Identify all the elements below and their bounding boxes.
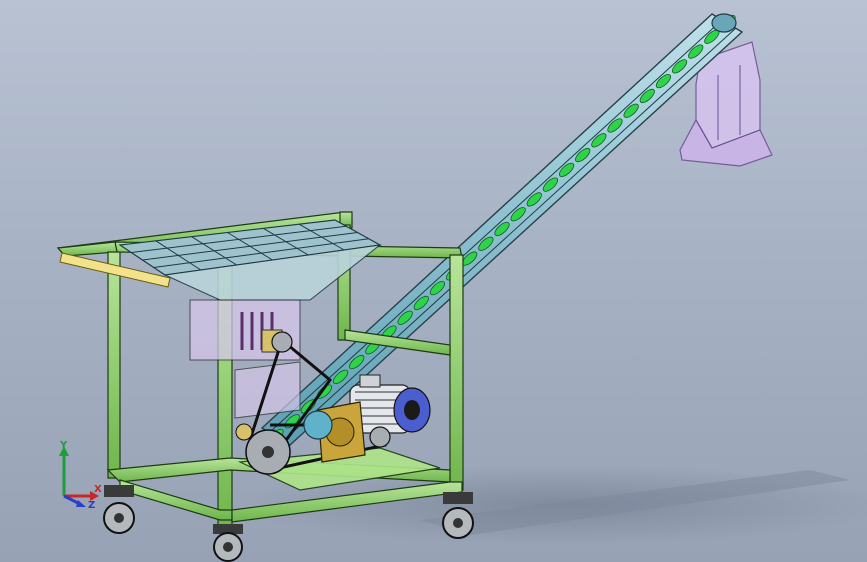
caster-wheel-front-right[interactable] bbox=[213, 524, 243, 562]
z-axis-label: Z bbox=[88, 500, 95, 510]
y-axis-label: Y bbox=[59, 440, 68, 451]
assembly-model[interactable] bbox=[0, 0, 867, 562]
x-axis-label: X bbox=[94, 484, 102, 495]
coordinate-triad: Y X Z bbox=[50, 440, 110, 511]
caster-wheel-rear-right[interactable] bbox=[442, 492, 474, 539]
crusher-unit[interactable] bbox=[189, 299, 301, 419]
cad-viewport[interactable] bbox=[0, 0, 867, 562]
